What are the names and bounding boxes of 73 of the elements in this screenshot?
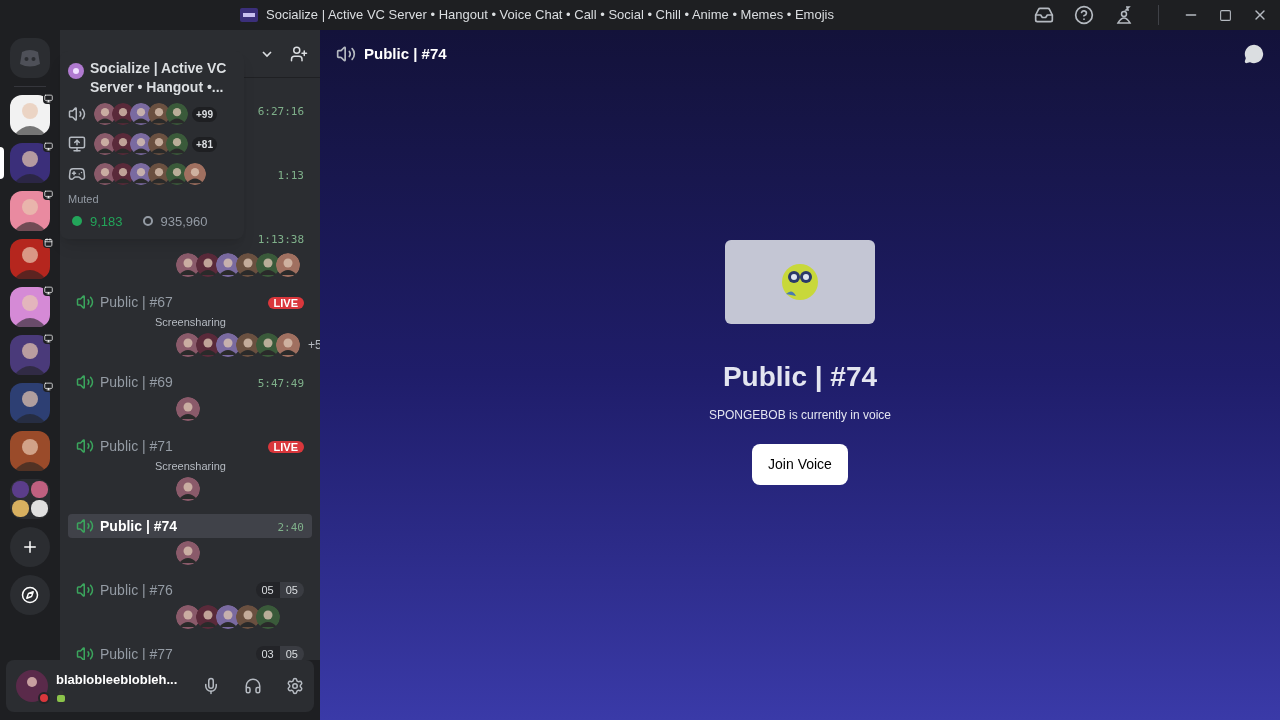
member-count: 935,960 [160,212,208,231]
speaker-icon [76,373,94,391]
server-icon[interactable] [10,431,50,471]
muted-label: Muted [68,192,100,207]
window-title: Socialize | Active VC Server • Hangout • Voice Chat • Call • Social • Chill • Anime • Memes • Emojis [266,6,834,25]
channel-status: Screensharing [155,459,227,474]
channel-name: Public | #74 [100,516,178,536]
sleeping-figure-icon[interactable] [1114,5,1134,25]
channel-name: Public | #69 [100,372,173,392]
server-icon[interactable] [10,239,50,279]
server-icon[interactable] [10,143,50,183]
server-icon[interactable] [10,383,50,423]
server-icon[interactable] [10,287,50,327]
channel-title: Public | #74 [722,360,878,394]
channel-status: Screensharing [155,315,227,330]
maximize-icon[interactable] [1219,8,1232,22]
microphone-icon[interactable] [202,677,220,695]
channel-name: Public | #67 [100,292,173,312]
compass-icon [21,586,39,604]
screen-share-icon [43,381,54,392]
voice-channel[interactable]: Public | #74 2:40 [68,514,312,538]
more-count: +81 [192,136,217,152]
live-badge: LIVE [267,441,304,453]
username: blablobleeblobleh... [56,671,178,690]
timer: 2:40 [277,521,304,534]
user-avatar[interactable] [16,670,48,702]
plus-icon [21,538,39,556]
online-count: 9,183 [90,212,123,231]
headphones-icon[interactable] [244,677,262,695]
speaker-icon [76,581,94,599]
screen-share-icon [43,141,54,152]
speaker-icon [76,293,94,311]
speaker-icon [76,517,94,535]
screen-share-icon [43,189,54,200]
custom-status-icon [56,689,66,702]
chat-icon[interactable] [1244,44,1264,64]
voice-status-text: SPONGEBOB is currently in voice [708,407,892,424]
voice-channel[interactable]: Public | #71 LIVE [68,434,312,458]
join-voice-button[interactable]: Join Voice [752,444,848,485]
inbox-icon[interactable] [1034,5,1054,25]
timer: 5:47:49 [257,377,304,390]
discover-button[interactable] [10,575,50,615]
help-icon[interactable] [1074,5,1094,25]
screen-share-icon [68,135,86,153]
gamepad-icon [68,165,86,183]
more-count: +99 [192,106,217,122]
server-icon[interactable] [10,95,50,135]
voice-channel[interactable]: Public | #67 LIVE [68,290,312,314]
channel-name: Public | #76 [100,580,173,600]
server-icon[interactable] [10,191,50,231]
settings-icon[interactable] [286,677,304,695]
server-name: Socialize | Active VC Server • Hangout •... [90,59,228,97]
screen-share-icon [43,93,54,104]
calendar-icon [43,237,54,248]
screen-share-icon [43,285,54,296]
speaker-icon [76,437,94,455]
server-icon [68,63,84,79]
add-server-button[interactable] [10,527,50,567]
screen-share-icon [43,333,54,344]
server-icon[interactable] [10,335,50,375]
server-icon [240,8,258,22]
speaker-icon [76,645,94,660]
voice-channel[interactable]: Public | #69 5:47:49 [68,370,312,394]
live-badge: LIVE [267,297,304,309]
channel-name: Public | #71 [100,436,173,456]
voice-channel[interactable]: Public | #76 05 05 [68,578,312,602]
server-folder[interactable] [10,479,50,519]
timer: 1:13 [277,169,304,182]
channel-header-title: Public | #74 [364,43,447,64]
speaker-icon [68,105,86,123]
timer: 1:13:38 [257,233,304,246]
speaker-icon [336,44,356,64]
invite-icon[interactable] [290,44,308,63]
